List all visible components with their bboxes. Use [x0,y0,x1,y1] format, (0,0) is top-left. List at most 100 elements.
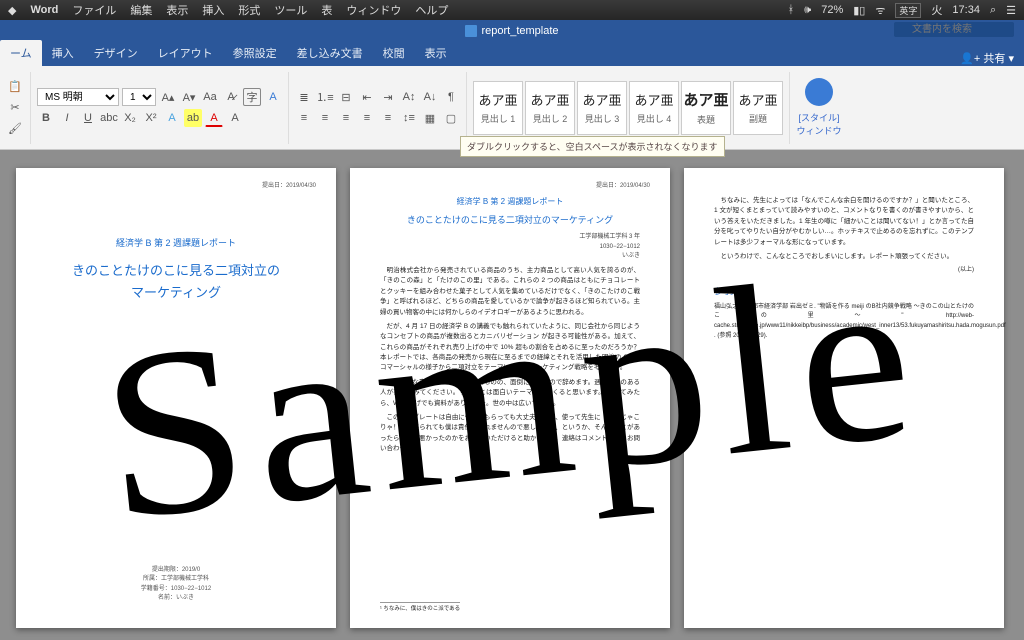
align-right-icon[interactable]: ≡ [337,109,355,127]
styles-group: あア亜見出し 1 あア亜見出し 2 あア亜見出し 3 あア亜見出し 4 あア亜表… [473,72,790,144]
bluetooth-icon[interactable]: ᚼ [788,4,795,16]
menu-edit[interactable]: 編集 [130,2,152,18]
tab-design[interactable]: デザイン [84,40,148,66]
volume-icon[interactable]: 🕪 [804,4,811,17]
bullets-icon[interactable]: ≣ [295,88,313,106]
style-heading2[interactable]: あア亜見出し 2 [525,81,575,135]
body-para-6: というわけで、こんなところでおしまいにします。レポート頑張ってください。 [714,252,974,262]
font-name-select[interactable]: MS 明朝 [37,88,119,106]
styles-pane-icon[interactable] [805,78,833,106]
style-heading1[interactable]: あア亜見出し 1 [473,81,523,135]
font-color-icon[interactable]: A [205,109,223,127]
cut-icon[interactable]: ✂ [6,99,24,117]
ime-label[interactable]: 英字 [895,3,921,18]
tab-home[interactable]: ーム [0,40,42,66]
highlight-icon[interactable]: ab [184,109,202,127]
menu-icon[interactable]: ☰ [1006,4,1016,17]
tab-review[interactable]: 校閲 [373,40,415,66]
spotlight-icon[interactable]: ⌕ [990,4,996,17]
style-heading4[interactable]: あア亜見出し 4 [629,81,679,135]
page1-footer: 提出期限：2019/0 所属：工学部機械工学科 学籍番号：1030−22−101… [46,566,306,604]
tab-insert[interactable]: 挿入 [42,40,84,66]
justify-icon[interactable]: ≡ [358,109,376,127]
phonetic-icon[interactable]: Aa [201,88,219,106]
styles-pane-label[interactable]: [スタイル] ウィンドウ [796,111,842,137]
style-subtitle[interactable]: あア亜副題 [733,81,783,135]
menu-table[interactable]: 表 [321,2,332,18]
line-spacing-icon[interactable]: ↕≡ [400,109,418,127]
clock-time: 17:34 [952,4,980,16]
borders-icon[interactable]: ▢ [442,109,460,127]
mac-menubar: ◆ Word ファイル 編集 表示 挿入 形式 ツール 表 ウィンドウ ヘルプ … [0,0,1024,20]
ribbon-tabs: ーム 挿入 デザイン レイアウト 参照設定 差し込み文書 校閲 表示 👤+ 共有… [0,42,1024,66]
text-effects-icon[interactable]: A [163,109,181,127]
menu-format[interactable]: 形式 [238,2,260,18]
multilevel-icon[interactable]: ⊟ [337,88,355,106]
strike-button[interactable]: abc [100,109,118,127]
clear-format-icon[interactable]: A̷ [222,88,240,106]
superscript-button[interactable]: X² [142,109,160,127]
tab-references[interactable]: 参照設定 [223,40,287,66]
font-size-select[interactable]: 12 [122,88,156,106]
tab-view[interactable]: 表示 [415,40,457,66]
window-titlebar: report_template [0,20,1024,42]
search-input[interactable] [894,22,1014,37]
menu-file[interactable]: ファイル [72,2,116,18]
italic-button[interactable]: I [58,109,76,127]
distribute-icon[interactable]: ≡ [379,109,397,127]
page-2: 提出日：2019/04/30 経済学 B 第 2 週課題レポート きのことたけの… [350,168,670,628]
text-direction-icon[interactable]: A↕ [400,88,418,106]
bold-button[interactable]: B [37,109,55,127]
ribbon: 📋 ✂ 🖌 MS 明朝 12 A▴ A▾ Aa A̷ 字 A B I U abc… [0,66,1024,150]
reference-1: 福山弘之大学 都市経済学部 岩出ゼミ. "物語を作る meiji のB社内競争戦… [714,303,974,341]
shrink-font-icon[interactable]: A▾ [180,88,198,106]
menu-insert[interactable]: 挿入 [202,2,224,18]
menu-view[interactable]: 表示 [166,2,188,18]
tab-layout[interactable]: レイアウト [148,40,223,66]
course-label: 経済学 B 第 2 週課題レポート [46,236,306,250]
menu-help[interactable]: ヘルプ [415,2,448,18]
signoff: (以上) [714,266,974,276]
battery-icon[interactable]: ▮▯ [853,4,865,17]
menu-tools[interactable]: ツール [274,2,307,18]
battery-percent: 72% [821,4,843,16]
menu-window[interactable]: ウィンドウ [346,2,401,18]
char-border-icon[interactable]: A [264,88,282,106]
tab-mailings[interactable]: 差し込み文書 [287,40,373,66]
char-shading-icon[interactable]: A [226,109,244,127]
app-name[interactable]: Word [30,4,58,16]
header-date-2: 提出日：2019/04/30 [596,182,650,192]
body-para-1: 明治株式会社から発売されている商品のうち、主力商品として高い人気を誇るのが、「き… [380,266,640,318]
doc-icon [465,25,477,37]
numbering-icon[interactable]: ⒈≡ [316,88,334,106]
shading-icon[interactable]: ▦ [421,109,439,127]
style-heading3[interactable]: あア亜見出し 3 [577,81,627,135]
increase-indent-icon[interactable]: ⇥ [379,88,397,106]
footnote-1: ¹ ちなみに、僕はきのこ派である [380,602,460,614]
wifi-icon[interactable]: ᯤ [875,3,885,18]
underline-button[interactable]: U [79,109,97,127]
references-heading: 参考資料 [714,286,974,299]
author-meta: 工学部機械工学科 3 年1030−22−1012いぶき [380,233,640,262]
align-left-icon[interactable]: ≡ [295,109,313,127]
show-marks-icon[interactable]: ¶ [442,88,460,106]
page-1: 提出日：2019/04/30 経済学 B 第 2 週課題レポート きのことたけの… [16,168,336,628]
apple-icon[interactable]: ◆ [8,4,16,17]
subscript-button[interactable]: X₂ [121,109,139,127]
sort-icon[interactable]: A↓ [421,88,439,106]
report-title-2: きのことたけのこに見る二項対立のマーケティング [380,213,640,227]
paste-icon[interactable]: 📋 [6,78,24,96]
clipboard-group: 📋 ✂ 🖌 [6,72,31,144]
enclose-icon[interactable]: 字 [243,88,261,106]
grow-font-icon[interactable]: A▴ [159,88,177,106]
style-title[interactable]: あア亜表題 [681,81,731,135]
body-para-5: ちなみに、先生によっては「なんでこんな余白を開けるのですか？」と聞いたところ、1… [714,196,974,248]
paragraph-group: ≣ ⒈≡ ⊟ ⇤ ⇥ A↕ A↓ ¶ ≡ ≡ ≡ ≡ ≡ ↕≡ ▦ ▢ [295,72,467,144]
format-painter-icon[interactable]: 🖌 [6,120,24,138]
align-center-icon[interactable]: ≡ [316,109,334,127]
decrease-indent-icon[interactable]: ⇤ [358,88,376,106]
share-button[interactable]: 👤+ 共有 ▾ [960,50,1014,66]
body-para-4: このテンプレートは自由に使ってもらっても大丈夫ですが、使って先生に「なんじゃこり… [380,413,640,455]
search-box[interactable] [894,22,1014,37]
document-area[interactable]: 提出日：2019/04/30 経済学 B 第 2 週課題レポート きのことたけの… [0,150,1024,640]
